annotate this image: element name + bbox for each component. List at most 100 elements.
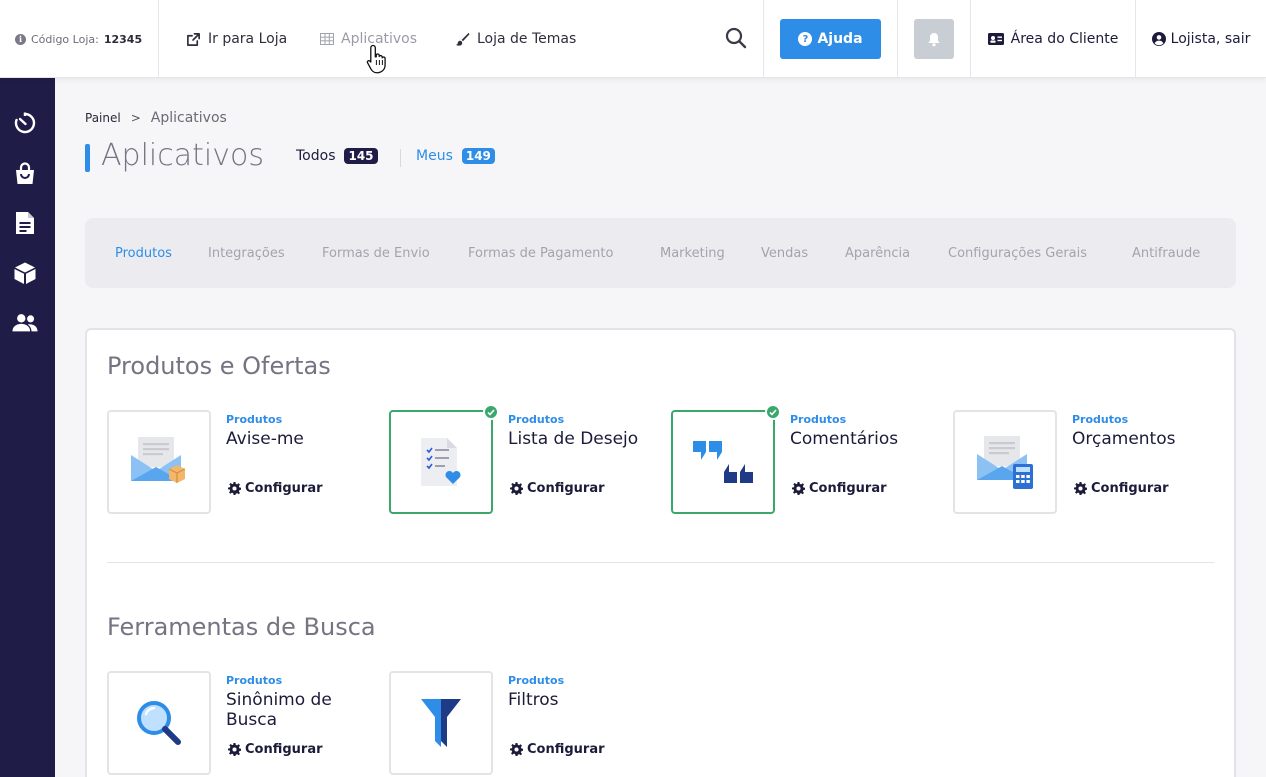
app-thumb-filtros[interactable]	[389, 671, 493, 775]
sidebar-item-orders[interactable]	[12, 161, 38, 187]
gear-icon	[792, 482, 805, 495]
category-tab-configuracoes-gerais[interactable]: Configurações Gerais	[948, 218, 1087, 288]
breadcrumb-current: Aplicativos	[150, 110, 227, 126]
question-icon: ?	[798, 32, 813, 46]
sidebar-item-customers[interactable]	[12, 310, 38, 336]
app-card-filtros: Produtos Filtros Configurar	[389, 671, 659, 775]
help-button[interactable]: ? Ajuda	[780, 19, 881, 59]
info-icon: i	[15, 33, 26, 45]
app-name: Filtros	[508, 690, 559, 710]
top-bar: i Código Loja: 12345 Ir para Loja Aplica…	[0, 0, 1266, 78]
configure-button[interactable]: Configurar	[510, 481, 605, 496]
store-code-label: Código Loja:	[31, 32, 99, 46]
client-area-label: Área do Cliente	[1010, 31, 1119, 47]
tab-all-label: Todos	[296, 148, 336, 164]
comments-icon	[693, 441, 753, 483]
configure-label: Configurar	[809, 481, 887, 496]
apps-link[interactable]: Aplicativos	[320, 0, 417, 78]
store-code: i Código Loja: 12345	[0, 0, 159, 78]
category-tab-aparencia[interactable]: Aparência	[845, 218, 910, 288]
installed-check-icon	[765, 404, 781, 420]
box-icon	[14, 262, 36, 284]
tab-all-apps[interactable]: Todos 145	[296, 148, 378, 164]
search-icon	[725, 27, 747, 49]
configure-button[interactable]: Configurar	[1074, 481, 1169, 496]
tab-all-count-badge: 145	[344, 148, 378, 164]
sidebar	[0, 78, 55, 777]
section-divider	[107, 562, 1214, 563]
page-title: Aplicativos	[101, 138, 264, 173]
app-card-orcamentos: Produtos Orçamentos Configurar	[953, 410, 1223, 514]
dashboard-timer-icon	[14, 112, 36, 134]
tab-my-apps[interactable]: Meus 149	[416, 148, 495, 164]
section-title-produtos-e-ofertas: Produtos e Ofertas	[107, 352, 331, 380]
gear-icon	[510, 743, 523, 756]
title-accent-bar	[85, 144, 90, 172]
configure-button[interactable]: Configurar	[228, 481, 323, 496]
breadcrumb-root-link[interactable]: Painel	[85, 111, 121, 125]
app-thumb-lista-de-desejo[interactable]	[389, 404, 499, 514]
app-category: Produtos	[226, 413, 283, 426]
help-cell: ? Ajuda	[764, 0, 898, 78]
breadcrumb: Painel > Aplicativos	[85, 110, 227, 126]
configure-label: Configurar	[527, 742, 605, 757]
user-circle-icon	[1151, 32, 1166, 46]
notifications-cell	[898, 0, 971, 78]
app-thumb-sinonimo-de-busca[interactable]	[107, 671, 211, 775]
category-tab-formas-de-envio[interactable]: Formas de Envio	[322, 218, 430, 288]
app-category: Produtos	[508, 674, 565, 687]
app-card-lista-de-desejo: Produtos Lista de Desejo Configurar	[389, 404, 659, 514]
installed-check-icon	[483, 404, 499, 420]
category-tab-vendas[interactable]: Vendas	[761, 218, 808, 288]
document-icon	[16, 212, 34, 234]
client-area-link[interactable]: Área do Cliente	[971, 0, 1136, 78]
app-name: Comentários	[790, 429, 899, 449]
external-link-icon	[187, 32, 200, 46]
envelope-calculator-icon	[977, 436, 1033, 489]
category-tab-integracoes[interactable]: Integrações	[208, 218, 285, 288]
store-code-value: 12345	[103, 32, 143, 46]
apps-link-label: Aplicativos	[341, 31, 418, 47]
configure-label: Configurar	[245, 742, 323, 757]
app-thumb-comentarios[interactable]	[671, 404, 781, 514]
notifications-button[interactable]	[914, 19, 954, 59]
app-name: Sinônimo de Busca	[226, 690, 332, 730]
breadcrumb-separator: >	[130, 111, 141, 125]
configure-button[interactable]: Configurar	[510, 742, 605, 757]
shopping-bag-icon	[16, 162, 34, 184]
go-to-store-label: Ir para Loja	[208, 31, 288, 47]
category-tab-antifraude[interactable]: Antifraude	[1132, 218, 1200, 288]
app-thumb-orcamentos[interactable]	[953, 410, 1057, 514]
category-tab-produtos[interactable]: Produtos	[115, 218, 172, 288]
sidebar-item-products[interactable]	[12, 260, 38, 286]
configure-label: Configurar	[1091, 481, 1169, 496]
category-tab-formas-de-pagamento[interactable]: Formas de Pagamento	[468, 218, 613, 288]
users-icon	[12, 314, 38, 332]
brush-icon	[455, 32, 470, 46]
magnifier-icon	[137, 701, 181, 745]
configure-button[interactable]: Configurar	[228, 742, 323, 757]
app-category: Produtos	[1072, 413, 1129, 426]
logout-link[interactable]: Lojista, sair	[1136, 0, 1266, 78]
app-thumb-avise-me[interactable]	[107, 410, 211, 514]
app-category: Produtos	[226, 674, 283, 687]
configure-button[interactable]: Configurar	[792, 481, 887, 496]
logout-label: Lojista, sair	[1170, 31, 1251, 47]
app-category: Produtos	[790, 413, 847, 426]
wishlist-icon	[421, 438, 461, 486]
tab-divider	[400, 149, 401, 167]
id-card-icon	[987, 33, 1004, 45]
category-tab-marketing[interactable]: Marketing	[660, 218, 725, 288]
section-title-ferramentas-de-busca: Ferramentas de Busca	[107, 613, 376, 641]
bell-icon	[928, 32, 940, 46]
tab-mine-count-badge: 149	[461, 148, 495, 164]
theme-store-link[interactable]: Loja de Temas	[455, 0, 576, 78]
gear-icon	[228, 743, 241, 756]
search-button[interactable]	[724, 26, 750, 52]
tab-mine-label: Meus	[416, 148, 453, 164]
sidebar-item-dashboard[interactable]	[12, 110, 38, 136]
sidebar-item-documents[interactable]	[12, 210, 38, 236]
go-to-store-link[interactable]: Ir para Loja	[186, 0, 287, 78]
gear-icon	[510, 482, 523, 495]
funnel-icon	[421, 699, 461, 747]
